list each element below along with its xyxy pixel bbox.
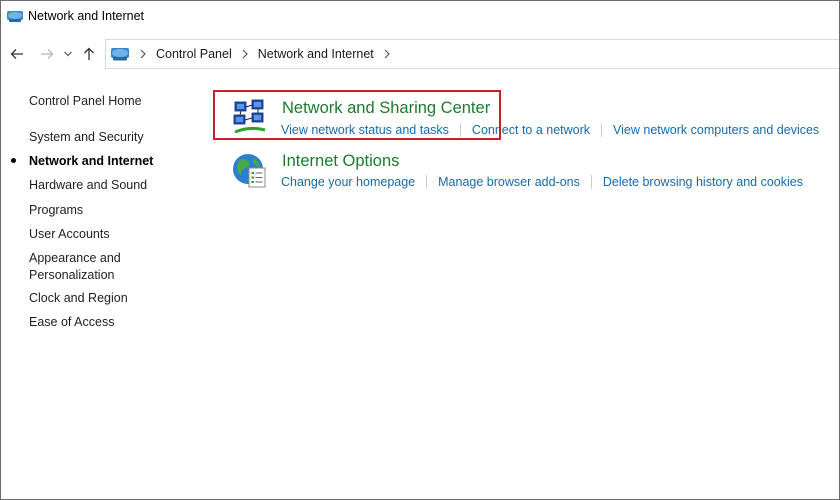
- internet-options-icon[interactable]: [231, 152, 269, 190]
- sidebar-item-network-and-internet[interactable]: Network and Internet: [29, 153, 179, 170]
- up-button[interactable]: [77, 42, 101, 66]
- delete-browsing-history-link[interactable]: Delete browsing history and cookies: [603, 175, 803, 189]
- sidebar-item-user-accounts[interactable]: User Accounts: [29, 226, 179, 243]
- window-title: Network and Internet: [28, 9, 145, 23]
- chevron-right-icon[interactable]: [238, 47, 252, 61]
- internet-options-tasks: Change your homepage Manage browser add-…: [281, 175, 803, 189]
- link-divider: [426, 175, 428, 189]
- arrow-left-icon: [10, 49, 23, 59]
- sidebar-item-ease-of-access[interactable]: Ease of Access: [29, 314, 179, 331]
- view-network-status-link[interactable]: View network status and tasks: [281, 123, 449, 137]
- control-panel-network-icon: [110, 45, 130, 63]
- address-bar[interactable]: Control Panel Network and Internet: [105, 39, 839, 69]
- network-and-sharing-center-link[interactable]: Network and Sharing Center: [282, 99, 490, 118]
- control-panel-window: Network and Internet Control Panel Netwo…: [0, 0, 840, 500]
- breadcrumb-network-and-internet[interactable]: Network and Internet: [258, 47, 374, 61]
- link-divider: [459, 123, 461, 137]
- navigation-bar: Control Panel Network and Internet: [1, 39, 839, 69]
- arrow-up-icon: [84, 47, 94, 60]
- breadcrumb-control-panel[interactable]: Control Panel: [156, 47, 232, 61]
- recent-locations-button[interactable]: [61, 42, 75, 66]
- connect-to-network-link[interactable]: Connect to a network: [472, 123, 590, 137]
- chevron-right-icon[interactable]: [136, 47, 150, 61]
- sidebar-item-appearance-and-personalization[interactable]: Appearance and Personalization: [29, 250, 134, 283]
- manage-browser-addons-link[interactable]: Manage browser add-ons: [438, 175, 580, 189]
- internet-options-link[interactable]: Internet Options: [282, 152, 399, 171]
- current-item-bullet: [11, 158, 16, 163]
- arrow-right-icon: [41, 49, 54, 59]
- change-homepage-link[interactable]: Change your homepage: [281, 175, 415, 189]
- sidebar-item-system-and-security[interactable]: System and Security: [29, 129, 179, 146]
- sidebar-item-programs[interactable]: Programs: [29, 202, 179, 219]
- sidebar-item-clock-and-region[interactable]: Clock and Region: [29, 290, 179, 307]
- network-sharing-center-icon[interactable]: [231, 99, 269, 137]
- link-divider: [590, 175, 592, 189]
- network-and-sharing-center-tasks: View network status and tasks Connect to…: [281, 123, 819, 137]
- back-button[interactable]: [5, 42, 29, 66]
- view-network-computers-link[interactable]: View network computers and devices: [613, 123, 819, 137]
- title-bar: Network and Internet: [1, 1, 839, 31]
- sidebar-item-hardware-and-sound[interactable]: Hardware and Sound: [29, 177, 179, 194]
- chevron-down-icon: [64, 51, 72, 57]
- link-divider: [601, 123, 603, 137]
- chevron-right-icon[interactable]: [380, 47, 394, 61]
- forward-button[interactable]: [35, 42, 59, 66]
- control-panel-home-link[interactable]: Control Panel Home: [29, 93, 179, 110]
- control-panel-network-icon: [6, 8, 24, 24]
